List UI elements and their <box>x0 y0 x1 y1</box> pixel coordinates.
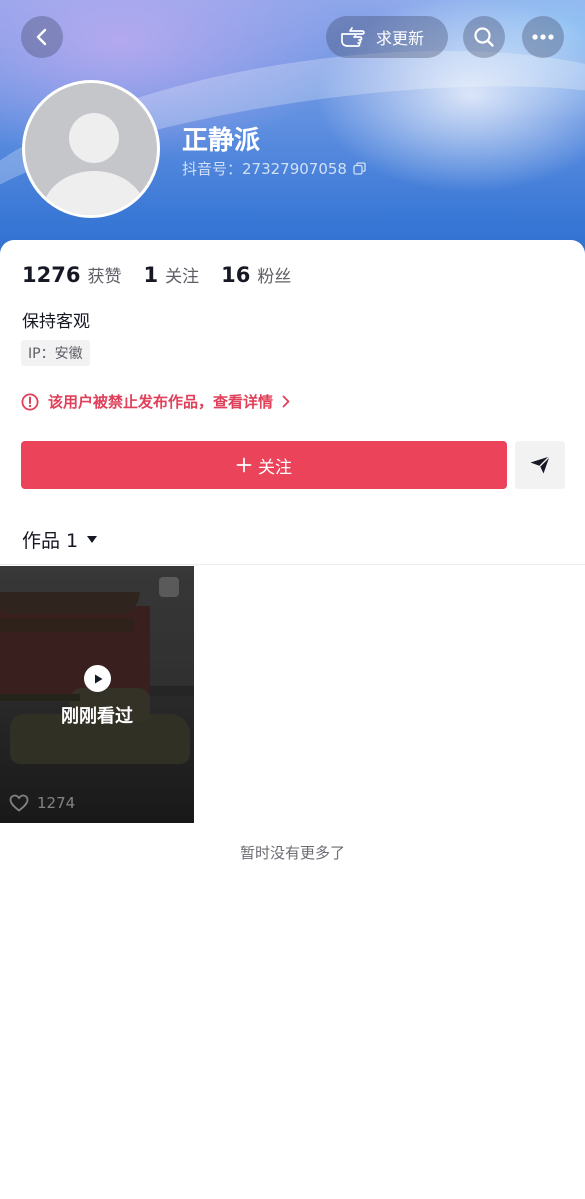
video-thumbnail[interactable] <box>0 566 194 823</box>
thumbnail-dim-overlay <box>0 566 194 823</box>
tab-works-label: 作品 1 <box>22 530 79 552</box>
follow-button[interactable]: 关注 <box>21 441 507 489</box>
tab-divider <box>0 564 585 565</box>
stat-followers-value: 16 <box>221 263 251 287</box>
tab-works[interactable]: 作品 1 <box>22 526 98 553</box>
stat-following[interactable]: 1 关注 <box>143 262 199 287</box>
stats-row: 1276 获赞 1 关注 16 粉丝 <box>22 262 313 287</box>
video-like-value: 1274 <box>37 794 76 812</box>
douyin-id-row[interactable]: 抖音号：27327907058 <box>182 158 366 179</box>
video-like-count: 1274 <box>9 794 75 812</box>
play-triangle-icon <box>94 674 102 683</box>
copy-icon[interactable] <box>353 162 366 175</box>
avatar-placeholder-head <box>69 113 119 163</box>
request-update-label: 求更新 <box>376 29 425 48</box>
search-button[interactable] <box>463 16 505 58</box>
stat-followers[interactable]: 16 粉丝 <box>221 262 291 287</box>
chevron-right-icon <box>282 395 290 408</box>
request-update-button[interactable]: 求更新 <box>326 16 448 58</box>
ban-notice-link[interactable]: 该用户被禁止发布作品，查看详情 <box>21 391 290 412</box>
back-button[interactable] <box>21 16 63 58</box>
more-button[interactable] <box>522 16 564 58</box>
share-button[interactable] <box>515 441 565 489</box>
avatar-placeholder-body <box>43 171 145 215</box>
warning-icon <box>21 393 39 410</box>
stat-likes-label: 获赞 <box>87 267 122 287</box>
douyin-id: 抖音号：27327907058 <box>182 160 347 178</box>
stat-followers-label: 粉丝 <box>257 267 292 287</box>
stat-following-value: 1 <box>143 263 159 287</box>
follow-label: 关注 <box>258 457 292 478</box>
plus-icon <box>236 457 252 473</box>
back-icon <box>36 28 47 46</box>
recently-viewed-label: 刚刚看过 <box>61 706 133 727</box>
stat-likes[interactable]: 1276 获赞 <box>22 262 121 287</box>
send-icon <box>530 456 550 474</box>
stat-following-label: 关注 <box>165 267 200 287</box>
ban-notice-text: 该用户被禁止发布作品，查看详情 <box>48 393 274 411</box>
play-icon <box>84 665 111 692</box>
bio: 保持客观 <box>22 312 90 332</box>
search-icon <box>474 27 494 47</box>
pointing-hand-icon <box>341 27 365 47</box>
ip-location-tag: IP：安徽 <box>21 340 90 366</box>
end-of-list-text: 暂时没有更多了 <box>239 844 345 862</box>
thumbnail-corner-badge <box>159 577 179 597</box>
stat-likes-value: 1276 <box>22 263 81 287</box>
more-icon <box>532 34 554 40</box>
caret-down-icon <box>87 536 98 543</box>
avatar[interactable] <box>22 80 160 218</box>
nickname: 正静派 <box>182 126 261 156</box>
heart-icon <box>9 794 29 812</box>
